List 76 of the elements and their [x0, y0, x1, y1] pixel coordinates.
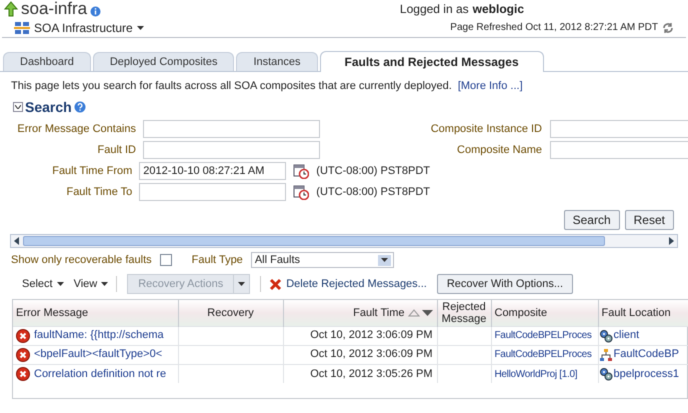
username: weblogic: [472, 1, 524, 18]
collapse-toggle-icon[interactable]: [13, 102, 23, 112]
recoverable-label: Show only recoverable faults: [11, 252, 152, 268]
field-label: Fault Time From: [51, 164, 132, 179]
composite-link[interactable]: FaultCodeBPELProces: [494, 349, 592, 360]
view-menu[interactable]: View: [74, 276, 118, 292]
input-field[interactable]: [139, 183, 286, 201]
input-field[interactable]: [143, 141, 320, 159]
error-icon: [16, 328, 30, 342]
help-icon[interactable]: [74, 101, 86, 113]
refresh-time: Page Refreshed Oct 11, 2012 8:27:21 AM PDT: [450, 21, 658, 35]
table-cell: Oct 10, 2012 3:05:26 PM: [283, 364, 437, 383]
gears-icon: [598, 366, 612, 381]
more-info-link[interactable]: [More Info ...]: [458, 78, 523, 94]
tab[interactable]: Instances: [236, 52, 318, 71]
error-icon: [16, 348, 30, 362]
column-header[interactable]: Fault Location: [598, 300, 688, 326]
select-menu[interactable]: Select: [22, 276, 64, 292]
tab[interactable]: Faults and Rejected Messages: [320, 51, 544, 72]
fault-location-link[interactable]: bpelprocess1: [614, 366, 679, 382]
delete-rejected-button[interactable]: Delete Rejected Messages...: [260, 276, 427, 292]
network-icon: [14, 20, 30, 34]
field-label: Composite Instance ID: [430, 122, 542, 137]
input-field[interactable]: 2012-10-10 08:27:21 AM: [139, 162, 286, 180]
dropdown-caret-icon: [380, 258, 388, 262]
reset-button[interactable]: Reset: [624, 210, 674, 230]
refresh-icon[interactable]: [662, 22, 674, 34]
field-label: Fault Time To: [65, 184, 132, 200]
page-title: soa-infra: [21, 0, 88, 18]
calendar-clock-icon[interactable]: [293, 184, 310, 200]
caret-icon: [56, 282, 64, 286]
table-cell: Oct 10, 2012 3:06:09 PM: [283, 345, 437, 364]
caret-icon: [238, 282, 246, 286]
column-header[interactable]: Fault Time: [283, 300, 437, 326]
fault-location-link[interactable]: FaultCodeBP: [614, 346, 679, 363]
composite-link[interactable]: HelloWorldProj [1.0]: [494, 368, 578, 380]
info-icon[interactable]: [90, 6, 102, 16]
logged-in-label: Logged in as: [400, 1, 469, 18]
timezone-label: (UTC-08:00) PST8PDT: [316, 164, 430, 179]
intro-text: This page lets you search for faults across all SOA composites that are currently deployed.: [11, 78, 452, 94]
column-header[interactable]: Composite: [491, 300, 598, 326]
field-label: Fault ID: [96, 142, 136, 158]
search-heading: Search: [25, 98, 72, 116]
fault-type-dropdown[interactable]: All Faults: [250, 252, 394, 268]
tab[interactable]: Dashboard: [3, 52, 91, 71]
error-message-link[interactable]: Correlation definition not re: [34, 366, 166, 382]
caret-icon: [136, 26, 144, 30]
table-cell: Oct 10, 2012 3:06:09 PM: [283, 326, 437, 345]
fault-location-link[interactable]: client: [614, 327, 640, 344]
column-header[interactable]: Rejected Message: [437, 300, 491, 326]
delete-icon: [269, 278, 282, 290]
horizontal-scrollbar[interactable]: [10, 234, 678, 248]
error-message-link[interactable]: <bpelFault><faultType>0<: [34, 346, 162, 363]
column-header[interactable]: Error Message: [13, 300, 178, 326]
input-field[interactable]: [550, 120, 688, 138]
fault-type-label: Fault Type: [192, 252, 243, 268]
error-message-link[interactable]: faultName: {{http://schema: [34, 327, 164, 344]
field-label: Error Message Contains: [16, 122, 136, 137]
error-icon: [16, 366, 30, 381]
column-header[interactable]: Recovery: [178, 300, 283, 326]
up-arrow-icon: [4, 1, 18, 17]
gears-icon: [598, 328, 612, 342]
process-tree-icon: [598, 348, 612, 362]
caret-icon: [101, 282, 108, 286]
calendar-clock-icon[interactable]: [293, 163, 310, 179]
sort-icon[interactable]: [408, 308, 434, 318]
field-label: Composite Name: [456, 142, 542, 158]
tab[interactable]: Deployed Composites: [92, 52, 234, 71]
input-field[interactable]: [143, 120, 320, 138]
search-button[interactable]: Search: [564, 210, 620, 230]
recover-options-button[interactable]: Recover With Options...: [436, 274, 574, 294]
composite-link[interactable]: FaultCodeBPELProces: [494, 330, 592, 342]
timezone-label: (UTC-08:00) PST8PDT: [316, 184, 430, 200]
target-menu[interactable]: SOA Infrastructure: [14, 18, 144, 36]
recoverable-checkbox[interactable]: [160, 254, 172, 266]
input-field[interactable]: [550, 141, 688, 159]
